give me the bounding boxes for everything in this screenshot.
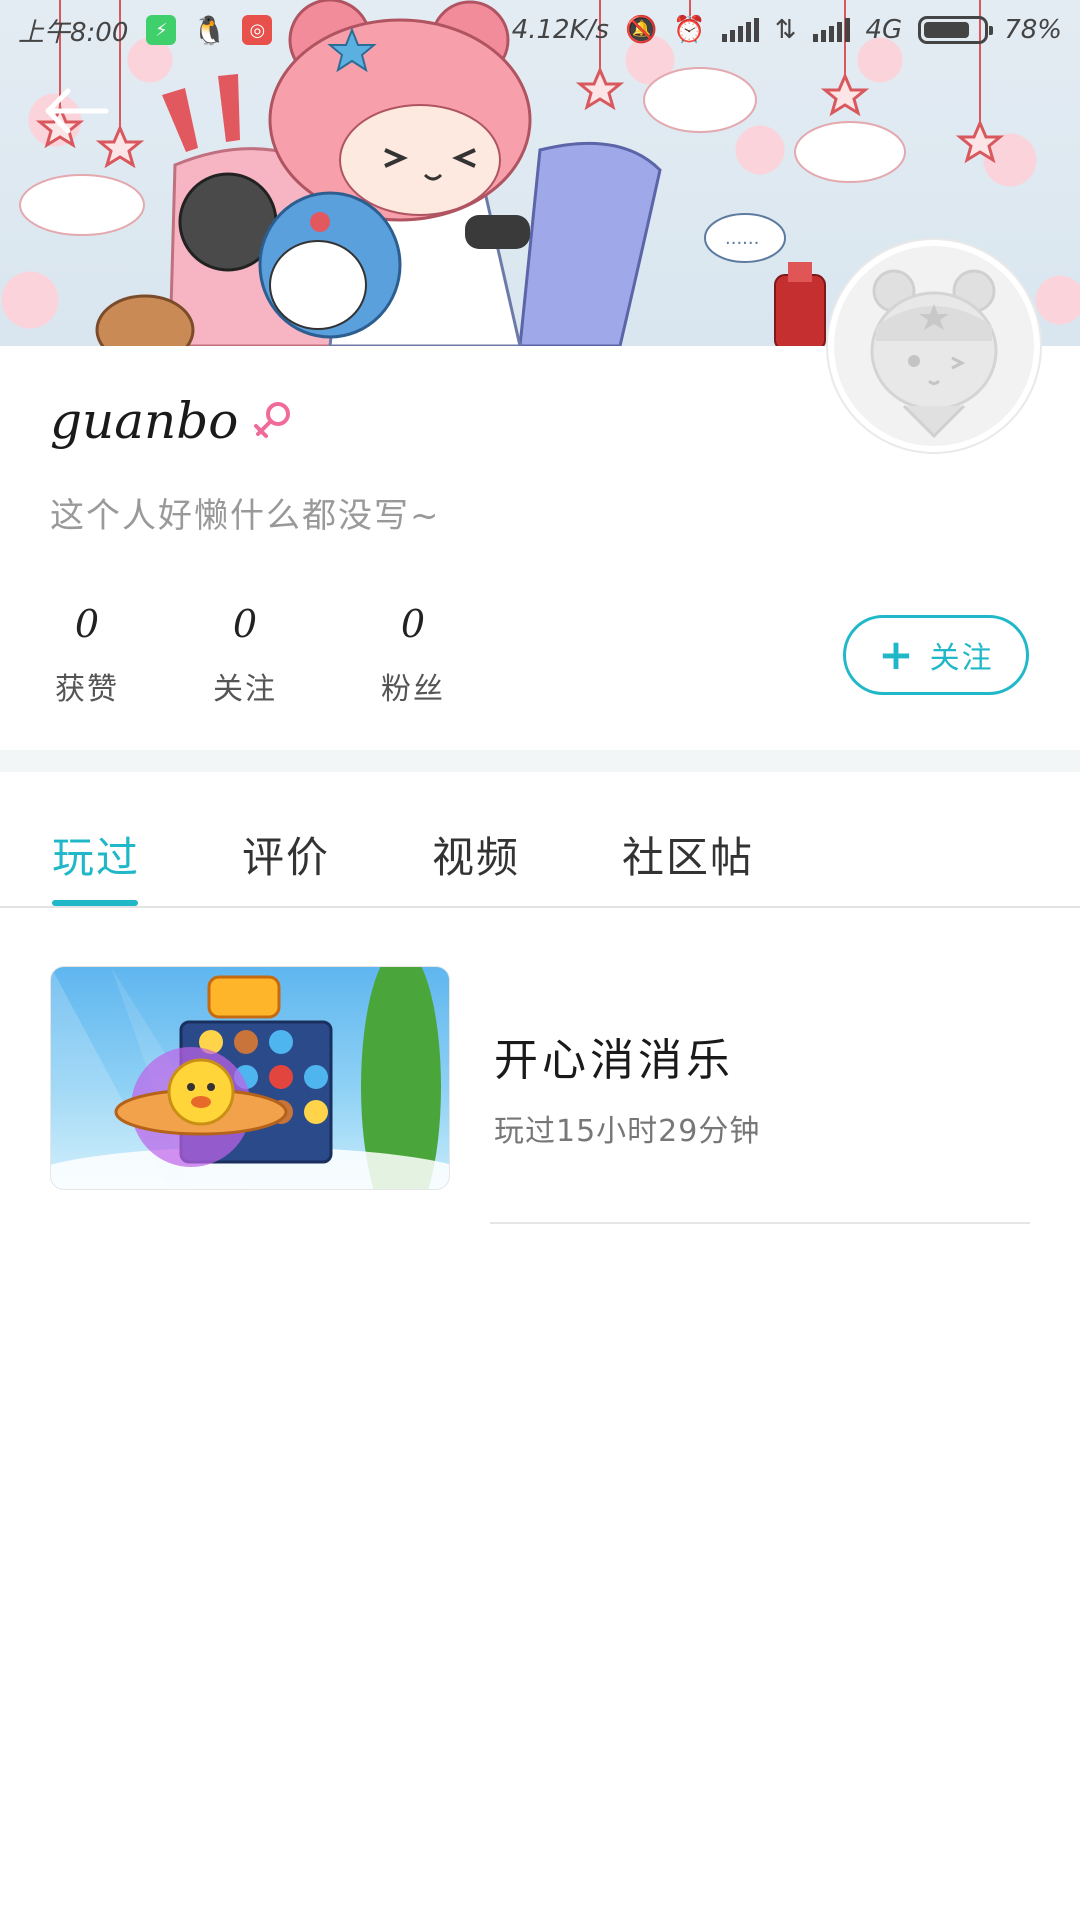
stat-likes-value: 0: [74, 602, 100, 646]
stat-fans-value: 0: [400, 602, 426, 646]
back-arrow-icon[interactable]: [40, 86, 110, 136]
netease-music-icon: ◎: [242, 15, 273, 45]
signal-icon-2: [812, 18, 850, 42]
stat-fans[interactable]: 0 粉丝: [358, 602, 468, 708]
tab-played[interactable]: 玩过: [52, 824, 140, 885]
game-played-time: 玩过15小时29分钟: [494, 1114, 761, 1149]
status-bar: 上午8:00 ⚡ 🐧 ◎ 4.12K/s 🔕 ⏰ ⇅ 4G 78%: [0, 0, 1080, 60]
stat-likes-label: 获赞: [55, 672, 119, 707]
stat-fans-label: 粉丝: [381, 672, 445, 707]
stat-following-label: 关注: [213, 672, 277, 707]
data-transfer-icon: ⇅: [774, 15, 797, 45]
network-type: 4G: [865, 15, 903, 45]
signal-icon: [721, 18, 759, 42]
tab-reviews[interactable]: 评价: [242, 824, 330, 885]
user-bio: 这个人好懒什么都没写~: [50, 496, 441, 536]
svg-text:......: ......: [725, 228, 759, 249]
female-gender-icon: [254, 402, 290, 438]
follow-button[interactable]: + 关注: [843, 615, 1029, 695]
battery-percent: 78%: [1004, 15, 1062, 45]
net-speed: 4.12K/s: [511, 15, 609, 45]
plus-icon: +: [878, 630, 916, 679]
stat-following[interactable]: 0 关注: [190, 602, 300, 708]
status-time: 上午8:00: [18, 17, 129, 48]
profile-stats: 0 获赞 0 关注 0 粉丝: [0, 602, 520, 712]
follow-button-label: 关注: [929, 641, 994, 676]
tab-videos[interactable]: 视频: [432, 824, 520, 885]
active-tab-indicator: [52, 900, 138, 906]
tab-community-posts[interactable]: 社区帖: [622, 824, 754, 885]
game-title: 开心消消乐: [494, 1035, 734, 1086]
stat-following-value: 0: [232, 602, 258, 646]
alarm-icon: ⏰: [673, 15, 706, 45]
avatar[interactable]: [828, 240, 1040, 452]
qq-icon: 🐧: [191, 13, 227, 47]
game-thumbnail: [50, 966, 450, 1190]
default-avatar-icon: [870, 269, 998, 439]
username: guanbo: [50, 392, 239, 450]
list-item[interactable]: 开心消消乐 玩过15小时29分钟: [0, 966, 1080, 1226]
security-app-icon: ⚡: [146, 15, 177, 45]
mute-icon: 🔕: [624, 15, 658, 45]
profile-tabs: 玩过 评价 视频 社区帖: [0, 772, 1080, 908]
section-divider: [0, 750, 1080, 772]
battery-icon: [918, 16, 994, 44]
list-divider: [490, 1222, 1030, 1224]
stat-likes[interactable]: 0 获赞: [32, 602, 142, 708]
